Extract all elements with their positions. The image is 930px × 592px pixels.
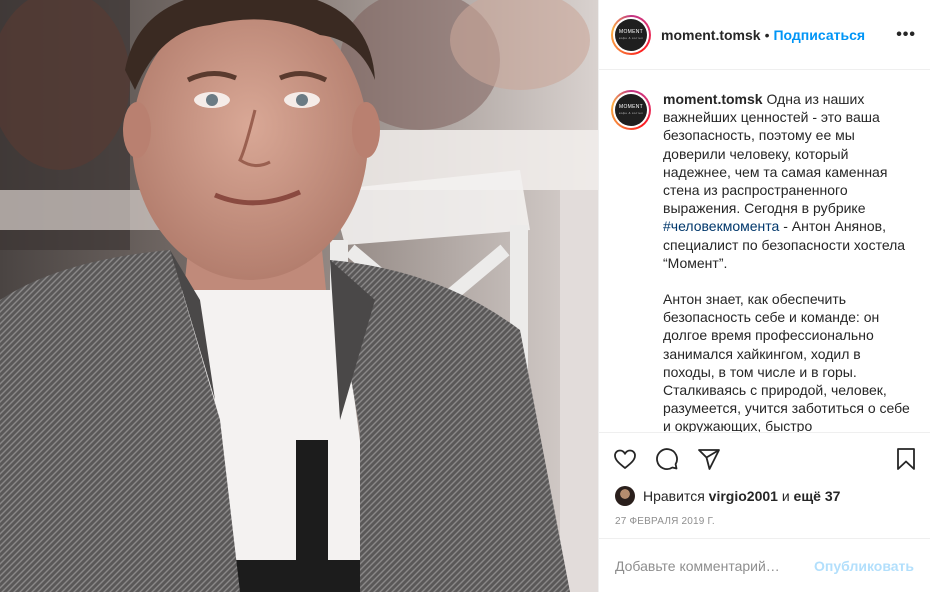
portrait-image — [0, 0, 598, 592]
save-button[interactable] — [886, 443, 918, 475]
like-button[interactable] — [613, 443, 645, 475]
profile-avatar[interactable]: MOMENT кофе & хостел — [611, 14, 651, 55]
caption-paragraph-2: Антон знает, как обеспечить безопасность… — [663, 291, 910, 432]
heart-icon — [614, 449, 636, 469]
caption-text-part1: Одна из наших важнейших ценностей - это … — [663, 91, 888, 217]
comment-icon — [656, 447, 678, 470]
comment-input[interactable] — [615, 557, 815, 574]
more-options-icon[interactable]: ••• — [896, 26, 916, 44]
post-date[interactable]: 27 ФЕВРАЛЯ 2019 Г. — [599, 508, 930, 538]
post-header: MOMENT кофе & хостел moment.tomsk • Подп… — [599, 0, 930, 70]
avatar-logo-subtext: кофе & хостел — [618, 35, 643, 40]
hashtag-link[interactable]: #человекмомента — [663, 218, 779, 234]
username-link[interactable]: moment.tomsk — [661, 27, 761, 43]
caption-avatar[interactable]: MOMENT кофе & хостел — [611, 90, 651, 130]
action-bar — [599, 432, 930, 484]
follow-button[interactable]: Подписаться — [773, 27, 865, 43]
publish-button[interactable]: Опубликовать — [814, 558, 914, 574]
share-button[interactable] — [697, 443, 729, 475]
post-sidebar: MOMENT кофе & хостел moment.tomsk • Подп… — [598, 0, 930, 592]
caption-text: moment.tomsk Одна из наших важнейших цен… — [663, 90, 914, 432]
post-photo[interactable] — [0, 0, 598, 592]
caption-section: MOMENT кофе & хостел moment.tomsk Одна и… — [599, 70, 930, 432]
bookmark-icon — [897, 447, 915, 470]
caption-avatar-logo-subtext: кофе & хостел — [618, 111, 643, 115]
separator-dot: • — [764, 26, 770, 43]
instagram-post: MOMENT кофе & хостел moment.tomsk • Подп… — [0, 0, 930, 592]
caption-author-link[interactable]: moment.tomsk — [663, 91, 763, 107]
liker-avatar[interactable] — [615, 486, 635, 506]
likes-count-link[interactable]: ещё 37 — [794, 488, 841, 504]
comment-form: Опубликовать — [599, 538, 930, 592]
likes-middle: и — [781, 488, 790, 504]
comment-button[interactable] — [655, 443, 687, 475]
share-icon — [698, 448, 720, 470]
likes-prefix: Нравится — [643, 488, 705, 504]
likes-row: Нравится virgio2001 и ещё 37 — [599, 484, 930, 508]
liker-username-link[interactable]: virgio2001 — [709, 488, 778, 504]
